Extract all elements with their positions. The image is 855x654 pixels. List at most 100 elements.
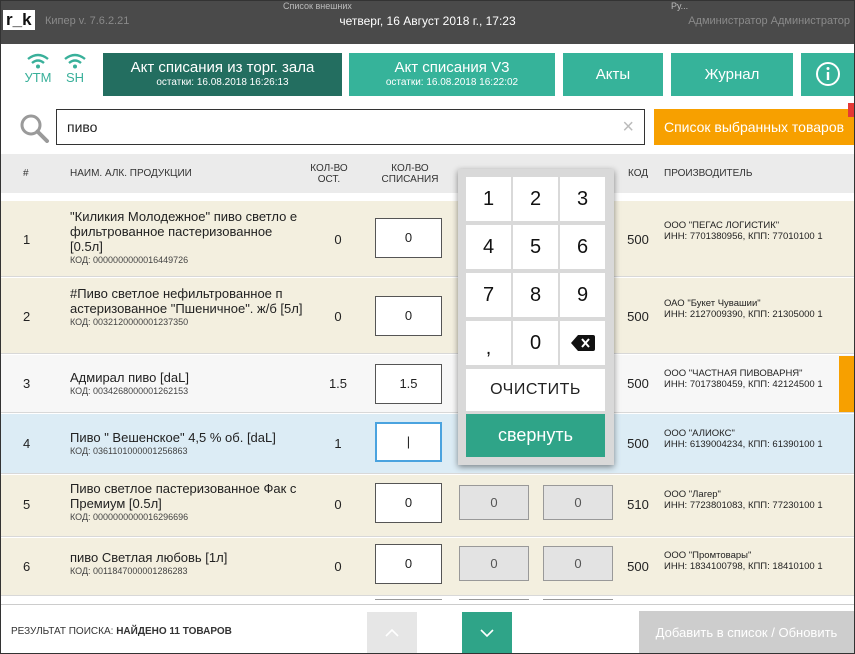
add-to-list-button[interactable]: Добавить в список / Обновить xyxy=(639,611,854,653)
col-remaining-l1: КОЛ-ВО xyxy=(310,163,348,174)
producer-inn: ИНН: 6139004234, КПП: 61390100 1 xyxy=(664,439,823,450)
remaining-qty: 0 xyxy=(334,232,342,247)
table-row[interactable]: 2 #Пиво светлое нефильтрованное п астери… xyxy=(1,278,854,354)
writeoff-qty-input[interactable]: 1.5 xyxy=(375,364,442,404)
row-number: 6 xyxy=(23,559,31,574)
key-3[interactable]: 3 xyxy=(560,177,605,221)
key-6[interactable]: 6 xyxy=(560,225,605,269)
selected-items-button[interactable]: Список выбранных товаров xyxy=(654,109,854,145)
product-title: пиво Светлая любовь [1л] xyxy=(70,550,228,565)
clear-key[interactable]: ОЧИСТИТЬ xyxy=(466,369,605,411)
title-bar: Список внешних Ру... r_k Кипер v. 7.6.2.… xyxy=(1,1,854,44)
producer-inn: ИНН: 7723801083, КПП: 77230100 1 xyxy=(664,500,823,511)
row-number: 1 xyxy=(23,232,31,247)
product-name: пиво Светлая любовь [1л] КОД: 0011847000… xyxy=(70,550,306,577)
producer-inn: ИНН: 7701380956, КПП: 77010100 1 xyxy=(664,231,823,242)
producer-name: ООО "Лагер" xyxy=(664,489,721,500)
disabled-qty-field: 0 xyxy=(459,485,529,520)
key-7[interactable]: 7 xyxy=(466,273,511,317)
backspace-key[interactable] xyxy=(560,321,605,365)
user-name: Администратор Администратор xyxy=(688,15,850,27)
writeoff-qty-input[interactable]: 0 xyxy=(375,296,442,336)
acts-button[interactable]: Акты xyxy=(563,53,663,96)
remaining-qty: 0 xyxy=(334,309,342,324)
act-hall-title: Акт списания из торг. зала xyxy=(130,59,315,76)
row-number: 4 xyxy=(23,436,31,451)
footer: РЕЗУЛЬТАТ ПОИСКА: НАЙДЕНО 11 ТОВАРОВ Доб… xyxy=(1,604,854,653)
act-v3-button[interactable]: Акт списания V3 остатки: 16.08.2018 16:2… xyxy=(349,53,555,96)
key-8[interactable]: 8 xyxy=(513,273,558,317)
key-5[interactable]: 5 xyxy=(513,225,558,269)
key-comma[interactable]: , xyxy=(466,321,511,365)
type-code: 500 xyxy=(627,559,649,574)
type-code: 500 xyxy=(627,436,649,451)
col-producer: ПРОИЗВОДИТЕЛЬ xyxy=(664,168,753,179)
utm-status: УТМ xyxy=(21,53,55,85)
key-0[interactable]: 0 xyxy=(513,321,558,365)
title-hint-right: Ру... xyxy=(671,1,689,11)
acts-label: Акты xyxy=(595,66,631,83)
key-4[interactable]: 4 xyxy=(466,225,511,269)
type-code: 500 xyxy=(627,376,649,391)
writeoff-qty-input[interactable]: 0 xyxy=(375,483,442,523)
product-code: КОД: 0000000000016296696 xyxy=(70,512,189,522)
producer: ООО "Промтовары" ИНН: 1834100798, КПП: 1… xyxy=(664,550,836,572)
product-name: "Киликия Молодежное" пиво светло е фильт… xyxy=(70,209,306,266)
search-result-label: РЕЗУЛЬТАТ ПОИСКА: xyxy=(11,626,114,637)
act-hall-subtitle: остатки: 16.08.2018 16:26:13 xyxy=(156,77,289,88)
key-2[interactable]: 2 xyxy=(513,177,558,221)
wifi-icon xyxy=(27,53,49,69)
scroll-up-button[interactable] xyxy=(367,612,417,653)
search-result-value: НАЙДЕНО 11 ТОВАРОВ xyxy=(116,626,232,637)
product-code: КОД: 0000000000016449726 xyxy=(70,255,189,265)
product-code: КОД: 0011847000001286283 xyxy=(70,566,188,576)
writeoff-qty-input[interactable]: | xyxy=(375,422,442,462)
sh-label: SH xyxy=(65,70,85,85)
numeric-keypad: 1 2 3 4 5 6 7 8 9 , 0 ОЧИСТИТЬ свернуть xyxy=(458,169,614,465)
producer-name: ООО "ЧАСТНАЯ ПИВОВАРНЯ" xyxy=(664,368,803,379)
writeoff-qty-input[interactable]: 0 xyxy=(375,544,442,584)
product-name: Пиво " Вешенское" 4,5 % об. [daL] КОД: 0… xyxy=(70,430,306,457)
product-code: КОД: 0034268000001262153 xyxy=(70,386,189,396)
producer-name: ООО "АЛИОКС" xyxy=(664,428,735,439)
producer-name: ООО "Промтовары" xyxy=(664,550,752,561)
col-name: НАИМ. АЛК. ПРОДУКЦИИ xyxy=(70,168,192,179)
table-row[interactable]: 5 Пиво светлое пастеризованное Фак с Пре… xyxy=(1,475,854,537)
product-name: Адмирал пиво [daL] КОД: 0034268000001262… xyxy=(70,370,306,397)
key-9[interactable]: 9 xyxy=(560,273,605,317)
col-remaining-l2: ОСТ. xyxy=(317,174,341,185)
product-code: КОД: 0032120000001237350 xyxy=(70,317,189,327)
disabled-qty-field: 0 xyxy=(543,485,613,520)
table-row[interactable]: 1 "Киликия Молодежное" пиво светло е фил… xyxy=(1,201,854,277)
wifi-icon xyxy=(64,53,86,69)
product-title: #Пиво светлое нефильтрованное п астеризо… xyxy=(70,286,303,316)
act-v3-subtitle: остатки: 16.08.2018 16:22:02 xyxy=(385,77,519,88)
table-row[interactable]: 3 Адмирал пиво [daL] КОД: 00342680000012… xyxy=(1,355,854,413)
row-number: 3 xyxy=(23,376,31,391)
scroll-down-button[interactable] xyxy=(462,612,512,653)
title-hint-left: Список внешних xyxy=(283,1,352,11)
table-header: # НАИМ. АЛК. ПРОДУКЦИИ КОЛ-ВО ОСТ. КОЛ-В… xyxy=(1,154,854,193)
product-title: "Киликия Молодежное" пиво светло е фильт… xyxy=(70,209,298,254)
info-button[interactable] xyxy=(801,53,854,96)
disabled-qty-field: 0 xyxy=(459,546,529,581)
producer: ООО "ПЕГАС ЛОГИСТИК" ИНН: 7701380956, КП… xyxy=(664,220,836,242)
journal-button[interactable]: Журнал xyxy=(671,53,793,96)
act-hall-button[interactable]: Акт списания из торг. зала остатки: 16.0… xyxy=(103,53,342,96)
product-code: КОД: 0361101000001256863 xyxy=(70,446,188,456)
utm-label: УТМ xyxy=(24,70,52,85)
type-code: 510 xyxy=(627,497,649,512)
collapse-key[interactable]: свернуть xyxy=(466,414,605,457)
product-name: Пиво светлое пастеризованное Фак с Преми… xyxy=(70,481,306,523)
table-row-active[interactable]: 4 Пиво " Вешенское" 4,5 % об. [daL] КОД:… xyxy=(1,414,854,474)
search-input[interactable]: пиво × xyxy=(56,109,645,145)
disabled-qty-field: 0 xyxy=(543,546,613,581)
search-result: РЕЗУЛЬТАТ ПОИСКА: НАЙДЕНО 11 ТОВАРОВ xyxy=(11,626,232,637)
writeoff-qty-input[interactable]: 0 xyxy=(375,218,442,258)
row-marker xyxy=(839,356,854,412)
key-1[interactable]: 1 xyxy=(466,177,511,221)
clear-search-icon[interactable]: × xyxy=(622,117,634,137)
backspace-icon xyxy=(570,335,595,351)
remaining-qty: 1 xyxy=(334,436,342,451)
table-row[interactable]: 6 пиво Светлая любовь [1л] КОД: 00118470… xyxy=(1,538,854,596)
